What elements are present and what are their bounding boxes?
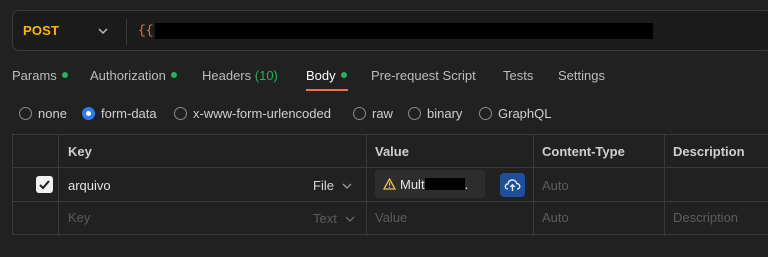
content-type-input[interactable]: Auto xyxy=(542,178,569,193)
row-checkbox[interactable] xyxy=(36,176,53,193)
status-dot xyxy=(61,72,68,78)
chevron-down-icon xyxy=(345,216,355,222)
headers-count: (10) xyxy=(254,68,278,83)
tab-authorization[interactable]: Authorization xyxy=(90,68,177,83)
radio-circle xyxy=(353,106,366,120)
radio-label: binary xyxy=(427,105,463,121)
type-label: Text xyxy=(313,211,337,226)
key-placeholder[interactable]: Key xyxy=(68,210,90,225)
type-label: File xyxy=(313,178,334,193)
radio-circle xyxy=(408,106,421,120)
tab-body[interactable]: Body xyxy=(306,68,347,83)
tab-label: Headers xyxy=(202,68,252,83)
radio-label: raw xyxy=(372,105,393,121)
warning-icon xyxy=(383,178,396,190)
radio-circle xyxy=(479,106,492,120)
tab-settings[interactable]: Settings xyxy=(558,68,605,83)
row-divider xyxy=(13,201,768,202)
redacted-url xyxy=(155,23,653,39)
tab-label: Pre-request Script xyxy=(371,68,476,83)
tab-pre-request-script[interactable]: Pre-request Script xyxy=(371,68,476,83)
row-divider xyxy=(13,167,768,168)
radio-x-www-form-urlencoded[interactable]: x-www-form-urlencoded xyxy=(174,104,331,122)
url-input[interactable]: {{ xyxy=(138,23,154,38)
status-dot xyxy=(340,72,347,78)
column-divider xyxy=(58,135,59,236)
radio-graphql[interactable]: GraphQL xyxy=(479,104,551,122)
type-dropdown[interactable]: Text xyxy=(313,211,355,226)
chevron-down-icon[interactable] xyxy=(97,25,109,37)
tab-label: Settings xyxy=(558,68,605,83)
header-content-type: Content-Type xyxy=(542,144,625,159)
form-data-table: Key Value Content-Type Description arqui… xyxy=(12,134,768,236)
divider xyxy=(126,19,127,45)
tab-label: Authorization xyxy=(90,68,166,83)
chevron-down-icon xyxy=(342,183,352,189)
column-divider xyxy=(664,135,665,236)
header-key: Key xyxy=(68,144,92,159)
type-dropdown[interactable]: File xyxy=(313,178,352,193)
header-description: Description xyxy=(673,144,745,159)
active-tab-underline xyxy=(306,89,348,91)
column-divider xyxy=(366,135,367,236)
tab-label: Tests xyxy=(503,68,534,83)
radio-binary[interactable]: binary xyxy=(408,104,462,122)
file-name-prefix: Mult xyxy=(400,177,425,192)
cloud-upload-icon xyxy=(504,179,521,191)
file-name: Mult. xyxy=(400,177,468,192)
tab-label: Params xyxy=(12,68,57,83)
tab-headers[interactable]: Headers (10) xyxy=(202,68,278,83)
radio-form-data[interactable]: form-data xyxy=(82,104,157,122)
radio-circle xyxy=(19,106,32,120)
radio-raw[interactable]: raw xyxy=(353,104,393,122)
description-placeholder[interactable]: Description xyxy=(673,210,738,225)
value-placeholder[interactable]: Value xyxy=(375,210,407,225)
radio-circle xyxy=(174,106,187,120)
file-chip[interactable]: Mult. xyxy=(375,170,485,198)
radio-label: x-www-form-urlencoded xyxy=(193,105,331,121)
radio-label: form-data xyxy=(101,105,157,121)
file-name-suffix: . xyxy=(464,177,469,192)
check-icon xyxy=(39,180,50,190)
key-input[interactable]: arquivo xyxy=(68,178,111,193)
url-bar: POST {{ xyxy=(12,10,768,51)
tab-label: Body xyxy=(306,68,336,83)
column-divider xyxy=(533,135,534,236)
tab-tests[interactable]: Tests xyxy=(503,68,533,83)
radio-none[interactable]: none xyxy=(19,104,67,122)
status-dot xyxy=(170,72,177,78)
header-value: Value xyxy=(375,144,409,159)
radio-circle xyxy=(82,106,95,120)
radio-label: none xyxy=(38,105,67,121)
content-type-placeholder[interactable]: Auto xyxy=(542,210,569,225)
tab-params[interactable]: Params xyxy=(12,68,68,83)
method-selector[interactable]: POST xyxy=(23,23,59,38)
upload-button[interactable] xyxy=(500,173,525,197)
radio-label: GraphQL xyxy=(498,105,552,121)
